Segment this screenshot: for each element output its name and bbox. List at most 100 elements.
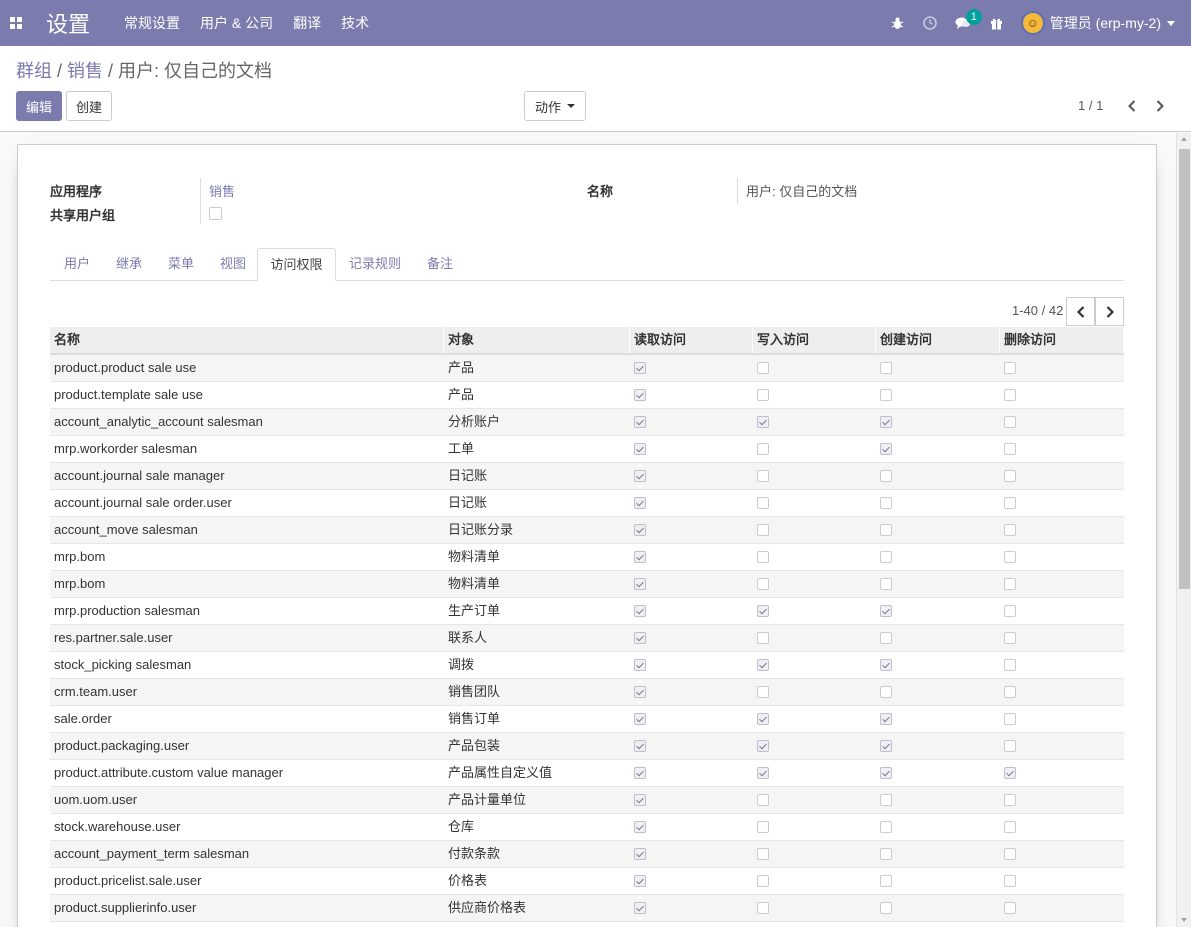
delete-access-checkbox[interactable] (1004, 416, 1016, 428)
table-row[interactable]: mrp.workorder salesman 工单 (50, 436, 1124, 463)
action-dropdown[interactable]: 动作 (524, 91, 586, 121)
delete-access-checkbox[interactable] (1004, 443, 1016, 455)
create-access-checkbox[interactable] (880, 632, 892, 644)
shared-group-checkbox[interactable] (209, 207, 222, 220)
delete-access-checkbox[interactable] (1004, 362, 1016, 374)
write-access-checkbox[interactable] (757, 605, 769, 617)
read-access-checkbox[interactable] (634, 659, 646, 671)
list-previous-button[interactable] (1066, 297, 1095, 326)
create-access-checkbox[interactable] (880, 497, 892, 509)
create-access-checkbox[interactable] (880, 767, 892, 779)
application-value[interactable]: 销售 (209, 181, 235, 200)
delete-access-checkbox[interactable] (1004, 713, 1016, 725)
read-access-checkbox[interactable] (634, 443, 646, 455)
delete-access-checkbox[interactable] (1004, 578, 1016, 590)
breadcrumb-groups[interactable]: 群组 (16, 61, 52, 81)
read-access-checkbox[interactable] (634, 794, 646, 806)
create-access-checkbox[interactable] (880, 686, 892, 698)
write-access-checkbox[interactable] (757, 875, 769, 887)
create-access-checkbox[interactable] (880, 416, 892, 428)
record-pager-value[interactable]: 1 / 1 (1078, 98, 1103, 113)
table-row[interactable]: mrp.bom 物料清单 (50, 571, 1124, 598)
create-access-checkbox[interactable] (880, 443, 892, 455)
write-access-checkbox[interactable] (757, 902, 769, 914)
write-access-checkbox[interactable] (757, 740, 769, 752)
read-access-checkbox[interactable] (634, 578, 646, 590)
table-row[interactable]: product.supplierinfo.user 供应商价格表 (50, 895, 1124, 922)
write-access-checkbox[interactable] (757, 497, 769, 509)
pager-next-icon[interactable] (1151, 96, 1169, 116)
create-access-checkbox[interactable] (880, 605, 892, 617)
create-access-checkbox[interactable] (880, 470, 892, 482)
tab-record-rules[interactable]: 记录规则 (338, 248, 412, 281)
table-row[interactable]: account_analytic_account salesman 分析账户 (50, 409, 1124, 436)
user-menu[interactable]: ☺ 管理员 (erp-my-2) (1020, 11, 1175, 35)
tab-views[interactable]: 视图 (208, 248, 258, 281)
delete-access-checkbox[interactable] (1004, 470, 1016, 482)
create-access-checkbox[interactable] (880, 389, 892, 401)
write-access-checkbox[interactable] (757, 659, 769, 671)
table-row[interactable]: stock.warehouse.user 仓库 (50, 814, 1124, 841)
read-access-checkbox[interactable] (634, 686, 646, 698)
read-access-checkbox[interactable] (634, 362, 646, 374)
table-row[interactable]: crm.team.user 销售团队 (50, 679, 1124, 706)
table-row[interactable]: product.template sale use 产品 (50, 382, 1124, 409)
write-access-checkbox[interactable] (757, 578, 769, 590)
write-access-checkbox[interactable] (757, 470, 769, 482)
read-access-checkbox[interactable] (634, 524, 646, 536)
delete-access-checkbox[interactable] (1004, 875, 1016, 887)
delete-access-checkbox[interactable] (1004, 740, 1016, 752)
table-row[interactable]: stock_picking salesman 调拨 (50, 652, 1124, 679)
edit-button[interactable]: 编辑 (16, 91, 62, 121)
table-row[interactable]: mrp.production salesman 生产订单 (50, 598, 1124, 625)
table-row[interactable]: account.journal sale manager 日记账 (50, 463, 1124, 490)
delete-access-checkbox[interactable] (1004, 632, 1016, 644)
pager-previous-icon[interactable] (1123, 96, 1141, 116)
create-access-checkbox[interactable] (880, 794, 892, 806)
create-access-checkbox[interactable] (880, 659, 892, 671)
menu-users-companies[interactable]: 用户 & 公司 (200, 13, 273, 33)
read-access-checkbox[interactable] (634, 470, 646, 482)
tab-access-rights[interactable]: 访问权限 (257, 248, 336, 281)
delete-access-checkbox[interactable] (1004, 524, 1016, 536)
create-access-checkbox[interactable] (880, 551, 892, 563)
write-access-checkbox[interactable] (757, 794, 769, 806)
write-access-checkbox[interactable] (757, 713, 769, 725)
write-access-checkbox[interactable] (757, 821, 769, 833)
write-access-checkbox[interactable] (757, 389, 769, 401)
create-access-checkbox[interactable] (880, 740, 892, 752)
write-access-checkbox[interactable] (757, 686, 769, 698)
delete-access-checkbox[interactable] (1004, 659, 1016, 671)
delete-access-checkbox[interactable] (1004, 551, 1016, 563)
breadcrumb-sales[interactable]: 销售 (67, 61, 103, 81)
column-header-delete[interactable]: 删除访问 (1000, 327, 1124, 353)
menu-general-settings[interactable]: 常规设置 (124, 13, 180, 33)
apps-menu-icon[interactable] (0, 0, 32, 46)
table-row[interactable]: product.packaging.user 产品包装 (50, 733, 1124, 760)
write-access-checkbox[interactable] (757, 362, 769, 374)
gift-icon[interactable] (980, 0, 1013, 46)
read-access-checkbox[interactable] (634, 740, 646, 752)
write-access-checkbox[interactable] (757, 416, 769, 428)
vertical-scrollbar[interactable] (1176, 133, 1191, 927)
read-access-checkbox[interactable] (634, 875, 646, 887)
read-access-checkbox[interactable] (634, 632, 646, 644)
table-row[interactable]: account.journal sale order.user 日记账 (50, 490, 1124, 517)
column-header-write[interactable]: 写入访问 (753, 327, 876, 353)
table-row[interactable]: uom.uom.user 产品计量单位 (50, 787, 1124, 814)
create-access-checkbox[interactable] (880, 848, 892, 860)
delete-access-checkbox[interactable] (1004, 497, 1016, 509)
delete-access-checkbox[interactable] (1004, 767, 1016, 779)
write-access-checkbox[interactable] (757, 551, 769, 563)
scroll-down-icon[interactable] (1181, 918, 1187, 922)
column-header-object[interactable]: 对象 (444, 327, 630, 353)
read-access-checkbox[interactable] (634, 713, 646, 725)
read-access-checkbox[interactable] (634, 605, 646, 617)
read-access-checkbox[interactable] (634, 497, 646, 509)
delete-access-checkbox[interactable] (1004, 389, 1016, 401)
tab-users[interactable]: 用户 (52, 248, 102, 281)
tab-menus[interactable]: 菜单 (156, 248, 206, 281)
tab-inherited[interactable]: 继承 (104, 248, 154, 281)
create-access-checkbox[interactable] (880, 713, 892, 725)
write-access-checkbox[interactable] (757, 524, 769, 536)
